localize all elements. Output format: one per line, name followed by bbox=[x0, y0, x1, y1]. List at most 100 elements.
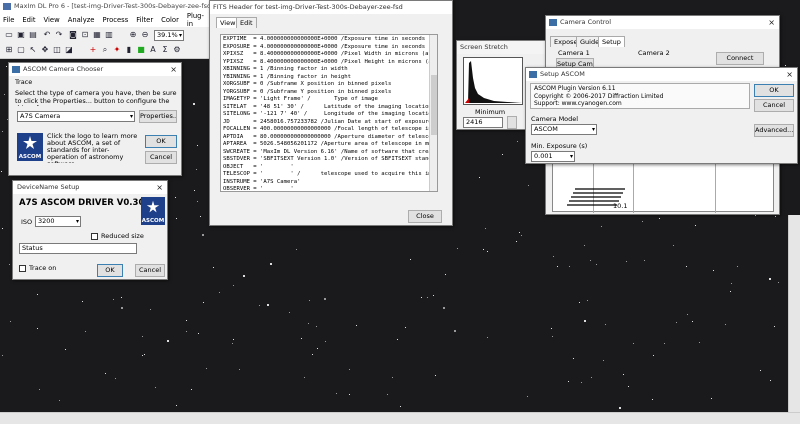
star bbox=[435, 375, 436, 376]
menu-color[interactable]: Color bbox=[161, 16, 179, 24]
ok-button[interactable]: OK bbox=[754, 84, 794, 97]
magnify-icon[interactable]: ⌕ bbox=[100, 45, 110, 55]
star bbox=[198, 333, 199, 334]
close-button[interactable]: Close bbox=[408, 210, 442, 223]
menu-process[interactable]: Process bbox=[102, 16, 128, 24]
zoom-out-icon[interactable]: ⊖ bbox=[140, 30, 150, 40]
close-icon[interactable]: × bbox=[768, 16, 775, 29]
camera-icon[interactable]: ◙ bbox=[68, 30, 78, 40]
menu-analyze[interactable]: Analyze bbox=[68, 16, 95, 24]
star bbox=[196, 169, 197, 170]
stretch-icon[interactable]: ◪ bbox=[64, 45, 74, 55]
pan-icon[interactable]: ✥ bbox=[40, 45, 50, 55]
save-icon[interactable]: ▤ bbox=[28, 30, 38, 40]
properties-button[interactable]: Properties... bbox=[139, 110, 177, 123]
histogram-plot[interactable] bbox=[463, 57, 523, 105]
cancel-button[interactable]: Cancel bbox=[135, 264, 165, 277]
minimum-input[interactable]: 2416 bbox=[463, 117, 503, 128]
zoom-in-icon[interactable]: ⊕ bbox=[128, 30, 138, 40]
zoom-select[interactable]: 39.1% ▾ bbox=[154, 30, 184, 41]
star bbox=[39, 389, 40, 390]
chooser-instructions: Select the type of camera you have, then… bbox=[15, 90, 177, 106]
measure-icon[interactable]: ◫ bbox=[52, 45, 62, 55]
cancel-button[interactable]: Cancel bbox=[145, 151, 177, 164]
trace-checkbox[interactable] bbox=[19, 265, 26, 272]
star bbox=[121, 297, 122, 298]
fits-text-area[interactable]: EXPTIME = 4.000000000000000E+0000 /Expos… bbox=[220, 34, 438, 192]
connect-button[interactable]: Connect bbox=[716, 52, 764, 65]
ok-button[interactable]: OK bbox=[145, 135, 177, 148]
crop-icon[interactable]: ⊞ bbox=[4, 45, 14, 55]
arrow-icon[interactable]: ↖ bbox=[28, 45, 38, 55]
dropdown-arrow-icon: ▾ bbox=[75, 218, 79, 225]
camera2-group: Camera 2 bbox=[638, 49, 670, 57]
tab-edit[interactable]: Edit bbox=[236, 17, 257, 28]
menu-file[interactable]: File bbox=[3, 16, 14, 24]
open-icon[interactable]: ▣ bbox=[16, 30, 26, 40]
setup-ascom-dialog: Setup ASCOM × ASCOM Plugin Version 6.11 C… bbox=[525, 67, 798, 164]
tab-setup[interactable]: Setup bbox=[598, 36, 625, 47]
iso-select[interactable]: 3200 ▾ bbox=[35, 216, 81, 227]
color-icon[interactable]: ■ bbox=[136, 45, 146, 55]
ok-button[interactable]: OK bbox=[97, 264, 123, 277]
redo-icon[interactable]: ↷ bbox=[54, 30, 64, 40]
star bbox=[200, 216, 201, 217]
camera-select[interactable]: A7S Camera ▾ bbox=[17, 111, 135, 122]
stretch-apply-button[interactable] bbox=[507, 116, 517, 129]
driver-heading: A7S ASCOM DRIVER V0.30B bbox=[19, 198, 151, 208]
device-setup-title: DeviceName Setup bbox=[17, 183, 80, 191]
camera-chooser-dialog: ASCOM Camera Chooser × Trace Select the t… bbox=[8, 62, 182, 176]
cancel-button[interactable]: Cancel bbox=[754, 99, 794, 112]
settings-icon[interactable]: ⚙ bbox=[172, 45, 182, 55]
iso-label: ISO bbox=[21, 218, 33, 226]
screen-stretch-title: Screen Stretch bbox=[460, 43, 508, 51]
star bbox=[206, 368, 207, 369]
screen-stretch-icon[interactable]: ▦ bbox=[92, 30, 102, 40]
reduced-size-checkbox[interactable] bbox=[91, 233, 98, 240]
star bbox=[4, 94, 5, 95]
ascom-logo[interactable]: ASCOM bbox=[141, 197, 165, 225]
star bbox=[197, 201, 198, 202]
text-icon[interactable]: A bbox=[148, 45, 158, 55]
menu-plugin[interactable]: Plug-in bbox=[187, 12, 204, 28]
menu-edit[interactable]: Edit bbox=[22, 16, 35, 24]
select-icon[interactable]: ▢ bbox=[16, 45, 26, 55]
process-icon[interactable]: Σ bbox=[160, 45, 170, 55]
advanced-button[interactable]: Advanced... bbox=[754, 124, 794, 137]
crosshair-icon[interactable]: + bbox=[88, 45, 98, 55]
horizontal-scrollbar[interactable] bbox=[0, 412, 800, 424]
star bbox=[552, 336, 553, 337]
min-exposure-select[interactable]: 0.001 ▾ bbox=[531, 151, 575, 162]
ascom-logo[interactable]: ASCOM bbox=[17, 133, 43, 161]
info-icon[interactable]: ▥ bbox=[104, 30, 114, 40]
close-icon[interactable]: × bbox=[156, 181, 163, 194]
fits-scrollbar[interactable] bbox=[429, 35, 437, 191]
star bbox=[711, 398, 712, 399]
camera-model-label: Camera Model bbox=[531, 115, 579, 123]
trace-menu[interactable]: Trace bbox=[15, 78, 32, 86]
menu-view[interactable]: View bbox=[44, 16, 60, 24]
close-icon[interactable]: × bbox=[786, 68, 793, 81]
fits-header-line: SITELONG = '-121 7' 40' / Longitude of t… bbox=[223, 111, 435, 117]
camera-model-select[interactable]: ASCOM ▾ bbox=[531, 124, 597, 135]
star bbox=[573, 358, 574, 359]
star bbox=[324, 298, 326, 300]
close-icon[interactable]: × bbox=[170, 63, 177, 76]
star bbox=[633, 343, 634, 344]
new-icon[interactable]: ▭ bbox=[4, 30, 14, 40]
toolbar: ▭ ▣ ▤ ↶ ↷ ◙ ⊡ ▦ ▥ ⊕ ⊖ 39.1% ▾ ⊞ ▢ ↖ ✥ ◫ ◪… bbox=[0, 27, 210, 59]
fits-scroll-thumb[interactable] bbox=[431, 75, 437, 135]
histogram-icon[interactable]: ▮ bbox=[124, 45, 134, 55]
star bbox=[569, 266, 570, 267]
vertical-scrollbar[interactable] bbox=[788, 215, 800, 412]
fits-header-line: EXPTIME = 4.000000000000000E+0000 /Expos… bbox=[223, 36, 426, 42]
star bbox=[551, 328, 552, 329]
status-value: Status bbox=[22, 244, 43, 252]
star bbox=[483, 249, 484, 250]
menu-filter[interactable]: Filter bbox=[136, 16, 153, 24]
telescope-icon[interactable]: ⊡ bbox=[80, 30, 90, 40]
undo-icon[interactable]: ↶ bbox=[42, 30, 52, 40]
star bbox=[387, 394, 388, 395]
fits-header-line: OBJECT = ' ' bbox=[223, 163, 294, 170]
star-icon[interactable]: ✦ bbox=[112, 45, 122, 55]
